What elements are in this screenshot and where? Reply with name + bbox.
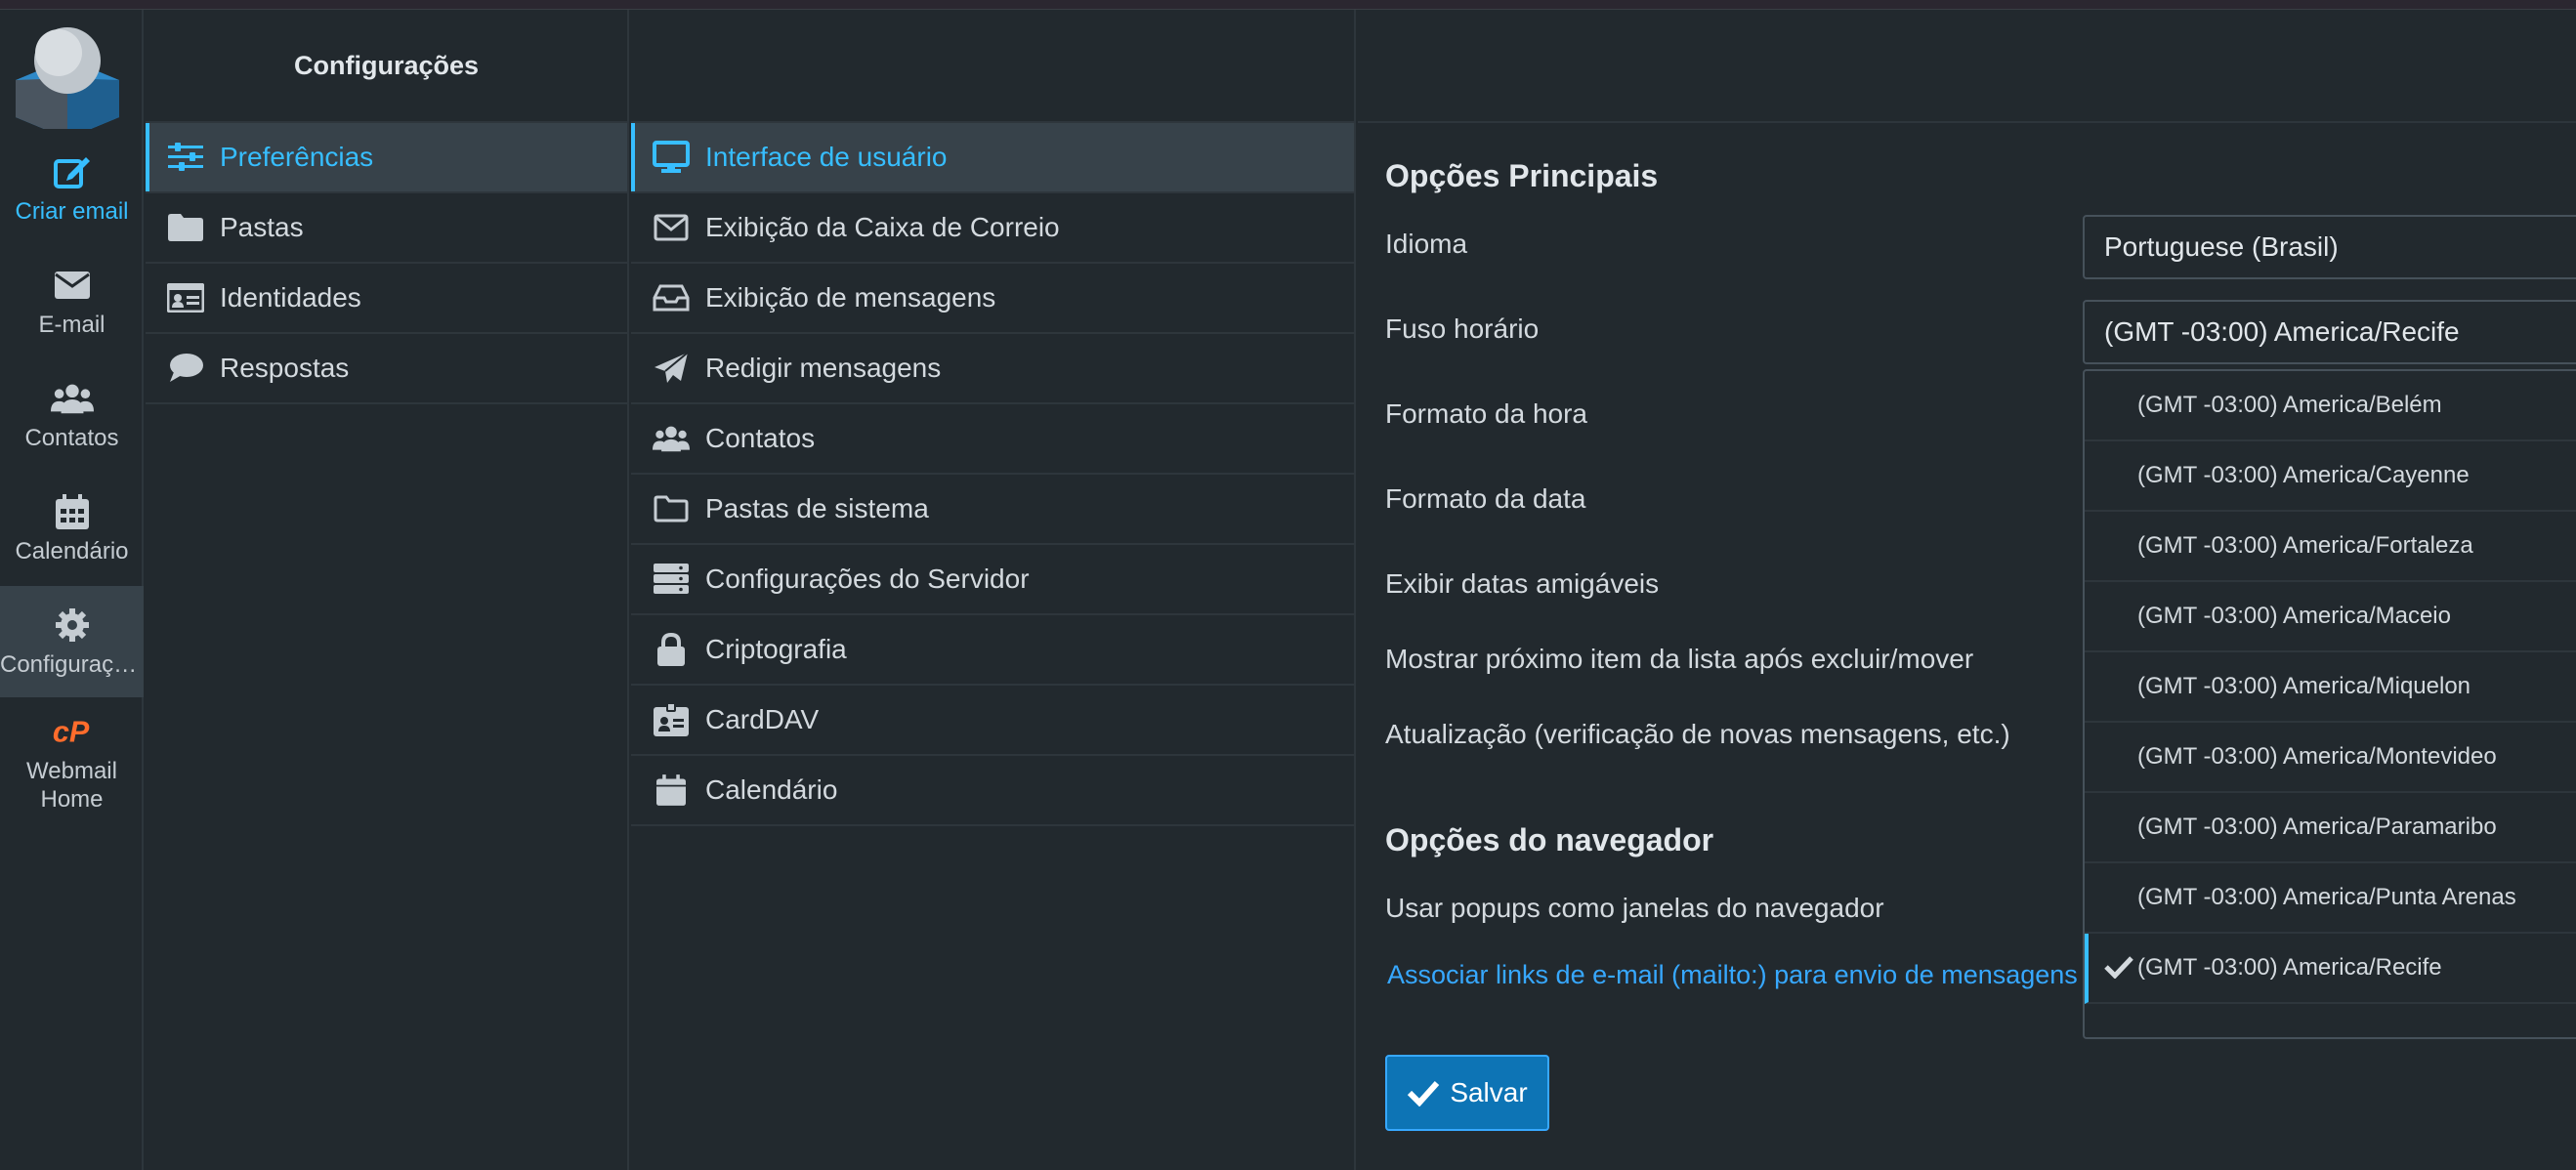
time-format-label: Formato da hora [1385, 398, 1587, 429]
timezone-option[interactable]: (GMT -03:00) America/Montevideo [2085, 723, 2576, 793]
preferences-form: Opções Principais Idioma Portuguese (Bra… [1358, 10, 2576, 1170]
svg-text:cP: cP [52, 716, 89, 747]
nav-webmail-home[interactable]: cP Webmail Home [0, 699, 144, 826]
timezone-option[interactable]: (GMT -03:00) America/Maceio [2085, 582, 2576, 652]
section-contacts[interactable]: Contatos [631, 404, 1354, 475]
section-special-folders[interactable]: Pastas de sistema [631, 475, 1354, 545]
timezone-option[interactable]: (GMT -03:00) America/Paramaribo [2085, 793, 2576, 863]
section-label: Contatos [705, 423, 816, 453]
timezone-option-label: (GMT -03:00) America/Recife [2137, 954, 2442, 981]
timezone-option[interactable]: (GMT -03:00) America/Fortaleza [2085, 512, 2576, 582]
timezone-option[interactable]: (GMT -03:00) America/Miquelon [2085, 652, 2576, 723]
calendar-icon [653, 773, 690, 807]
roundcube-logo[interactable] [14, 20, 121, 139]
timezone-select[interactable]: (GMT -03:00) America/Recife [2083, 300, 2576, 364]
settings-item-preferences[interactable]: Preferências [146, 123, 627, 193]
inbox-icon [653, 281, 690, 314]
section-mailbox-view[interactable]: Exibição da Caixa de Correio [631, 193, 1354, 264]
envelope-outline-icon [653, 211, 690, 244]
lock-icon [653, 633, 690, 666]
language-label: Idioma [1385, 229, 1468, 259]
browser-options-title: Opções do navegador [1385, 822, 1714, 857]
timezone-option-selected[interactable]: (GMT -03:00) America/Recife [2085, 934, 2576, 1004]
pretty-dates-label: Exibir datas amigáveis [1385, 568, 1660, 599]
nav-compose[interactable]: Criar email [0, 133, 144, 244]
main-options-title: Opções Principais [1385, 158, 1659, 193]
section-label: Calendário [705, 774, 838, 805]
nav-calendar[interactable]: Calendário [0, 473, 144, 584]
comment-icon [167, 352, 204, 385]
checkmark-icon [2104, 955, 2133, 985]
section-encryption[interactable]: Criptografia [631, 615, 1354, 686]
main-navigation: Criar email E-mail Contatos Calendário C… [0, 10, 144, 1170]
timezone-option[interactable]: (GMT -03:00) America/Belém [2085, 371, 2576, 441]
save-button[interactable]: Salvar [1385, 1055, 1549, 1131]
refresh-label: Atualização (verificação de novas mensag… [1385, 719, 2010, 749]
nav-webmail-home-label: Webmail Home [26, 758, 117, 813]
mailto-link[interactable]: Associar links de e-mail (mailto:) para … [1387, 960, 2087, 990]
section-message-view[interactable]: Exibição de mensagens [631, 264, 1354, 334]
window-top-bar [0, 0, 2576, 10]
address-card-icon [653, 703, 690, 736]
settings-list: Configurações Preferências Pastas Identi… [146, 10, 629, 1170]
settings-item-label: Identidades [220, 282, 361, 313]
envelope-icon [51, 266, 94, 305]
users-icon [653, 422, 690, 455]
timezone-dropdown[interactable]: (GMT -03:00) America/Belém (GMT -03:00) … [2083, 369, 2576, 1039]
timezone-option[interactable]: (GMT -03:00) America/Punta Arenas [2085, 863, 2576, 934]
folder-icon [167, 211, 204, 244]
section-user-interface[interactable]: Interface de usuário [631, 123, 1354, 193]
save-button-label: Salvar [1450, 1077, 1528, 1107]
sliders-icon [167, 141, 204, 174]
sections-header [631, 10, 1354, 123]
settings-title: Configurações [146, 10, 627, 123]
id-card-icon [167, 281, 204, 314]
nav-contacts-label: Contatos [24, 424, 119, 451]
section-label: Redigir mensagens [705, 353, 942, 383]
section-carddav[interactable]: CardDAV [631, 686, 1354, 756]
popups-label: Usar popups como janelas do navegador [1385, 893, 1884, 923]
section-compose[interactable]: Redigir mensagens [631, 334, 1354, 404]
language-select[interactable]: Portuguese (Brasil) [2083, 215, 2576, 279]
nav-settings-label: Configurações [0, 650, 144, 678]
section-label: Exibição de mensagens [705, 282, 996, 313]
date-format-label: Formato da data [1385, 483, 1586, 514]
gear-icon [51, 606, 94, 645]
preferences-sections: Interface de usuário Exibição da Caixa d… [631, 10, 1356, 1170]
section-label: Interface de usuário [705, 142, 948, 172]
settings-item-responses[interactable]: Respostas [146, 334, 627, 404]
nav-contacts[interactable]: Contatos [0, 359, 144, 471]
cpanel-icon: cP [51, 712, 94, 751]
section-label: Exibição da Caixa de Correio [705, 212, 1060, 242]
timezone-option-partial[interactable] [2085, 1004, 2576, 1037]
monitor-icon [653, 141, 690, 174]
server-icon [653, 563, 690, 596]
nav-settings[interactable]: Configurações [0, 586, 144, 697]
nav-mail-label: E-mail [38, 311, 106, 338]
checkmark-icon [1408, 1080, 1440, 1107]
paper-plane-icon [653, 352, 690, 385]
section-label: Pastas de sistema [705, 493, 929, 523]
content-header [1358, 10, 2576, 123]
users-icon [50, 379, 94, 418]
timezone-option[interactable]: (GMT -03:00) America/Cayenne [2085, 441, 2576, 512]
section-label: Criptografia [705, 634, 847, 664]
next-item-label: Mostrar próximo item da lista após exclu… [1385, 644, 1974, 674]
nav-compose-label: Criar email [15, 197, 129, 225]
section-calendar[interactable]: Calendário [631, 756, 1354, 826]
folder-outline-icon [653, 492, 690, 525]
nav-calendar-label: Calendário [15, 537, 129, 564]
settings-item-label: Preferências [220, 142, 374, 172]
settings-item-label: Pastas [220, 212, 304, 242]
nav-mail[interactable]: E-mail [0, 246, 144, 357]
calendar-icon [51, 492, 94, 531]
timezone-label: Fuso horário [1385, 313, 1540, 344]
settings-item-identities[interactable]: Identidades [146, 264, 627, 334]
settings-item-folders[interactable]: Pastas [146, 193, 627, 264]
section-label: Configurações do Servidor [705, 564, 1030, 594]
settings-item-label: Respostas [220, 353, 350, 383]
section-label: CardDAV [705, 704, 820, 734]
section-server-settings[interactable]: Configurações do Servidor [631, 545, 1354, 615]
compose-icon [51, 152, 94, 191]
